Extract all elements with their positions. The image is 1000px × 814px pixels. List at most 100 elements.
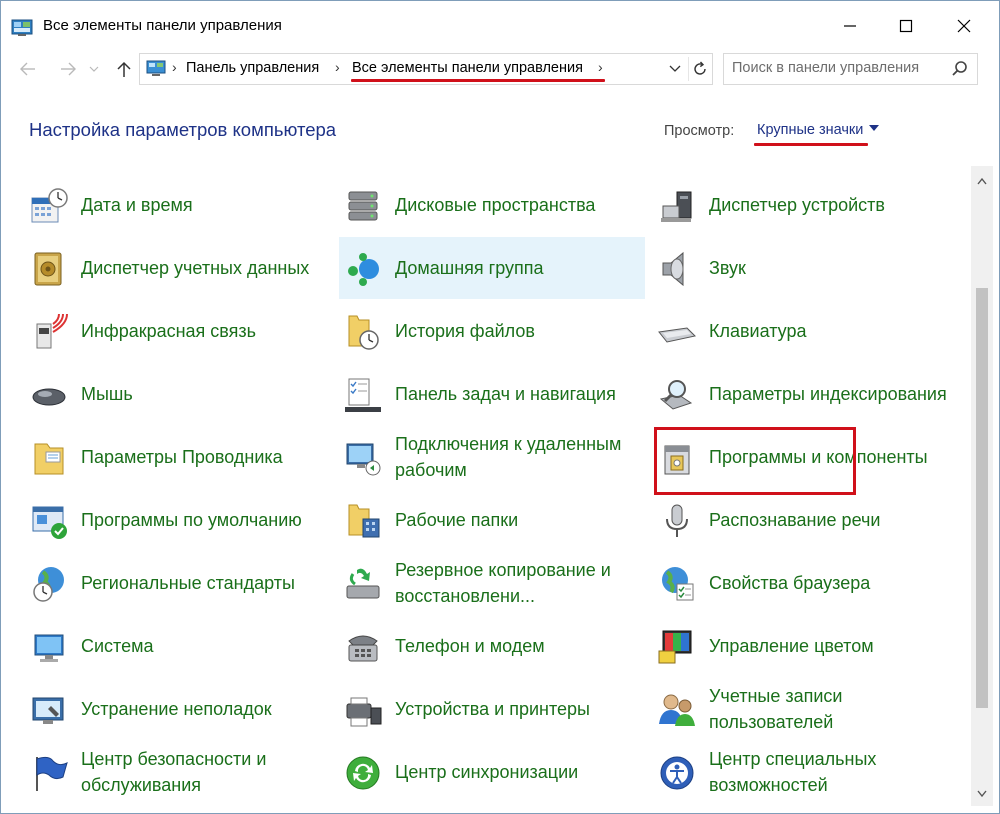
sound-icon [662, 251, 684, 287]
back-button[interactable] [15, 57, 41, 81]
item-device-manager[interactable]: Диспетчер устройств [653, 174, 959, 236]
work-folders-icon [348, 504, 380, 538]
forward-arrow-icon [61, 62, 76, 76]
item-label: Центр синхронизации [395, 762, 579, 782]
item-file-history[interactable]: История файлов [339, 300, 645, 362]
mouse-icon [32, 388, 66, 406]
item-security-center[interactable]: Центр безопасности и обслуживания [25, 741, 331, 803]
search-icon[interactable] [950, 59, 970, 79]
breadcrumb-all-items[interactable]: Все элементы панели управления [352, 60, 583, 76]
item-homegroup[interactable]: Домашняя группа [339, 237, 645, 299]
item-troubleshooting[interactable]: Устранение неполадок [25, 678, 331, 740]
view-label: Просмотр: [664, 123, 735, 139]
address-history-dropdown[interactable] [664, 57, 686, 81]
dropdown-arrow-icon [869, 125, 880, 132]
forward-button[interactable] [55, 57, 81, 81]
item-taskbar[interactable]: Панель задач и навигация [339, 363, 645, 425]
close-button[interactable] [941, 9, 987, 43]
item-system[interactable]: Система [25, 615, 331, 677]
phone-modem-icon [348, 635, 378, 662]
item-phone-modem[interactable]: Телефон и модем [339, 615, 645, 677]
item-label: История файлов [395, 321, 535, 341]
user-accounts-icon [659, 694, 695, 726]
item-devices-printers[interactable]: Устройства и принтеры [339, 678, 645, 740]
item-keyboard[interactable]: Клавиатура [653, 300, 959, 362]
item-remote-connections[interactable]: Подключения к удаленным рабочим [339, 426, 645, 488]
page-title: Настройка параметров компьютера [29, 119, 337, 140]
item-ease-of-access[interactable]: Центр специальных возможностей [653, 741, 959, 803]
item-label: Панель задач и навигация [395, 384, 616, 404]
item-color-management[interactable]: Управление цветом [653, 615, 959, 677]
ease-of-access-icon [660, 756, 694, 790]
vertical-scrollbar[interactable] [971, 166, 993, 806]
internet-options-icon [662, 567, 694, 601]
item-label: Центр безопасности и обслуживания [81, 749, 267, 795]
items-pane: Дата и время Диспетчер учетных данных Ин… [1, 166, 969, 811]
item-label: Диспетчер устройств [709, 195, 885, 215]
item-label: Звук [709, 258, 746, 278]
item-label: Устранение неполадок [81, 699, 272, 719]
item-label: Мышь [81, 384, 133, 404]
recent-locations-button[interactable] [85, 57, 103, 81]
item-sound[interactable]: Звук [653, 237, 959, 299]
item-storage-spaces[interactable]: Дисковые пространства [339, 174, 645, 236]
item-label: Дата и время [81, 195, 193, 215]
window-title: Все элементы панели управления [43, 17, 282, 34]
item-indexing-options[interactable]: Параметры индексирования [653, 363, 959, 425]
item-region[interactable]: Региональные стандарты [25, 552, 331, 614]
taskbar-icon [345, 378, 381, 412]
item-work-folders[interactable]: Рабочие папки [339, 489, 645, 551]
backup-restore-icon [346, 568, 380, 599]
item-explorer-options[interactable]: Параметры Проводника [25, 426, 331, 488]
minimize-button[interactable] [827, 9, 873, 43]
date-time-icon [31, 188, 68, 223]
item-label: Инфракрасная связь [81, 321, 257, 341]
item-label: Резервное копирование и восстановлени... [395, 560, 611, 606]
item-label: Региональные стандарты [81, 573, 295, 593]
item-mouse[interactable]: Мышь [25, 363, 331, 425]
file-history-icon [348, 315, 379, 350]
search-box[interactable] [723, 53, 978, 85]
annotation-underline-view [754, 143, 868, 146]
refresh-button[interactable] [688, 57, 711, 81]
scroll-down-button[interactable] [971, 782, 993, 804]
control-panel-icon [11, 19, 33, 36]
item-speech-recognition[interactable]: Распознавание речи [653, 489, 959, 551]
title-bar[interactable]: Все элементы панели управления [1, 1, 999, 49]
scroll-up-button[interactable] [971, 170, 993, 192]
system-icon [34, 634, 64, 662]
item-infrared[interactable]: Инфракрасная связь [25, 300, 331, 362]
item-internet-options[interactable]: Свойства браузера [653, 552, 959, 614]
item-label: Центр специальных возможностей [709, 749, 877, 795]
security-center-flag-icon [36, 756, 68, 791]
annotation-underline-breadcrumb [351, 79, 605, 82]
item-date-time[interactable]: Дата и время [25, 174, 331, 236]
item-sync-center[interactable]: Центр синхронизации [339, 741, 645, 803]
storage-spaces-icon [348, 191, 378, 221]
minimize-icon [844, 25, 856, 27]
item-label: Телефон и модем [395, 636, 545, 656]
item-label: Управление цветом [709, 636, 874, 656]
item-label: Диспетчер учетных данных [81, 258, 310, 278]
explorer-options-icon [34, 443, 64, 475]
item-label: Свойства браузера [709, 573, 871, 593]
indexing-options-icon [659, 380, 693, 410]
item-default-programs[interactable]: Программы по умолчанию [25, 489, 331, 551]
item-user-accounts[interactable]: Учетные записи пользователей [653, 678, 959, 740]
maximize-button[interactable] [883, 9, 929, 43]
breadcrumb-control-panel[interactable]: Панель управления [186, 60, 319, 76]
scroll-thumb[interactable] [976, 288, 988, 708]
credential-manager-icon [34, 252, 62, 286]
control-panel-location-icon [146, 60, 166, 76]
item-label: Устройства и принтеры [395, 699, 590, 719]
search-input[interactable] [732, 58, 942, 78]
region-icon [33, 567, 64, 602]
item-label: Программы по умолчанию [81, 510, 302, 530]
item-backup-restore[interactable]: Резервное копирование и восстановлени... [339, 552, 645, 614]
item-label: Параметры Проводника [81, 447, 283, 467]
item-label: Рабочие папки [395, 510, 519, 530]
up-button[interactable] [111, 57, 137, 81]
speech-recognition-icon [666, 504, 688, 537]
item-credential-manager[interactable]: Диспетчер учетных данных [25, 237, 331, 299]
view-by-dropdown[interactable]: Крупные значки [757, 122, 880, 138]
